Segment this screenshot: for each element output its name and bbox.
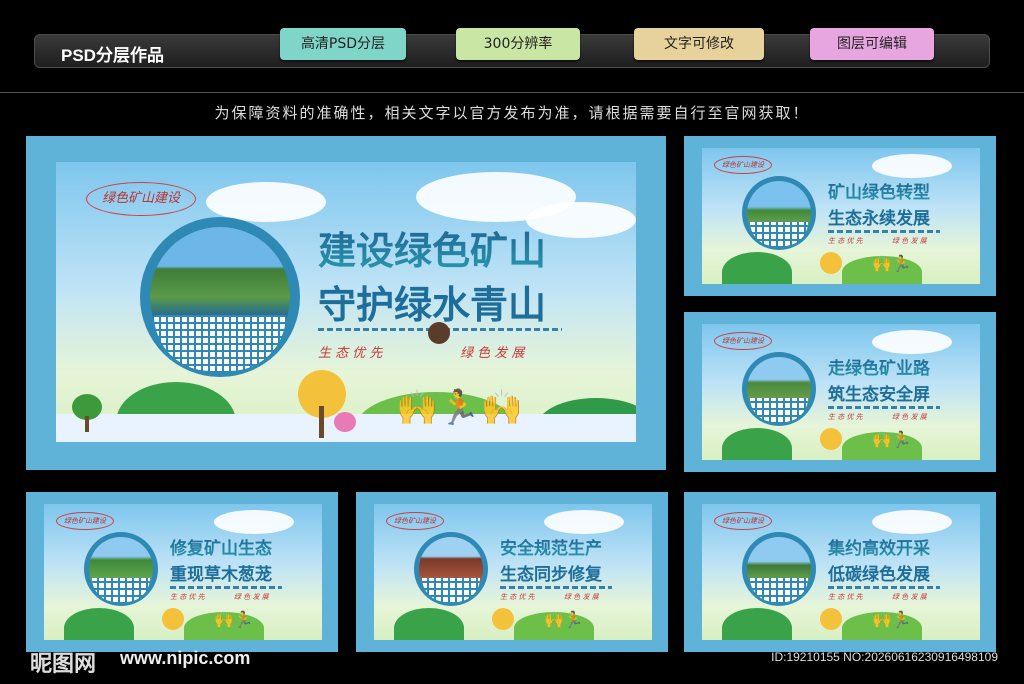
tree-icon xyxy=(162,608,184,630)
decorative-border xyxy=(828,586,940,589)
people-silhouette: 🙌🏃 xyxy=(872,430,912,449)
people-silhouette: 🙌🏃 xyxy=(872,254,912,273)
headline-line1: 走绿色矿业路 xyxy=(828,354,930,379)
photo-frame xyxy=(414,532,488,606)
slogan-left: 生 态 优 先 xyxy=(828,593,863,601)
headline-line2: 生态同步修复 xyxy=(500,565,602,585)
emblem-icon xyxy=(428,322,450,344)
seal-stamp: 绿色矿山建设 xyxy=(56,512,114,530)
slogan-right: 绿 色 发 展 xyxy=(234,593,269,601)
people-silhouette: 🙌🏃🙌 xyxy=(396,388,524,428)
tag-editable-text: 文字可修改 xyxy=(634,28,764,60)
headline-line2: 生态永续发展 xyxy=(828,209,930,229)
headline-line1: 矿山绿色转型 xyxy=(828,178,930,203)
tag-editable-layers: 图层可编辑 xyxy=(810,28,934,60)
decorative-border xyxy=(828,406,940,409)
photo-frame xyxy=(742,352,816,426)
board-4: 绿色矿山建设 安全规范生产 生态同步修复 生 态 优 先 绿 色 发 展 🙌🏃 xyxy=(356,492,668,652)
seal-stamp: 绿色矿山建设 xyxy=(714,156,772,174)
tag-resolution: 300分辨率 xyxy=(456,28,580,60)
tree-icon xyxy=(70,394,104,434)
slogan-left: 生 态 优 先 xyxy=(170,593,205,601)
people-silhouette: 🙌🏃 xyxy=(544,610,584,629)
slogan-right: 绿 色 发 展 xyxy=(892,413,927,421)
slogan-right: 绿 色 发 展 xyxy=(564,593,599,601)
people-silhouette: 🙌🏃 xyxy=(214,610,254,629)
tree-icon xyxy=(820,608,842,630)
headline-line2: 重现草木葱茏 xyxy=(170,565,272,585)
board-main: 绿色矿山建设 建设绿色矿山 守护绿水青山 生 态 优 先 绿 色 发 展 🙌🏃🙌 xyxy=(26,136,666,470)
photo-frame xyxy=(742,532,816,606)
slogan-left: 生 态 优 先 xyxy=(500,593,535,601)
slogan-right: 绿 色 发 展 xyxy=(892,237,927,245)
board-2: 绿色矿山建设 走绿色矿业路 筑生态安全屏 生 态 优 先 绿 色 发 展 🙌🏃 xyxy=(684,312,996,472)
decorative-border xyxy=(828,230,940,233)
watermark-id: ID:19210155 NO:20260616230916498109 xyxy=(771,650,998,664)
slogan-left: 生 态 优 先 xyxy=(828,237,863,245)
headline-line1: 集约高效开采 xyxy=(828,534,930,559)
photo-frame xyxy=(742,176,816,250)
seal-stamp: 绿色矿山建设 xyxy=(714,512,772,530)
tree-icon xyxy=(820,428,842,450)
board-5: 绿色矿山建设 集约高效开采 低碳绿色发展 生 态 优 先 绿 色 发 展 🙌🏃 xyxy=(684,492,996,652)
seal-stamp: 绿色矿山建设 xyxy=(386,512,444,530)
decorative-border xyxy=(500,586,612,589)
decorative-border xyxy=(170,586,282,589)
tag-hd-psd: 高清PSD分层 xyxy=(280,28,406,60)
tree-icon xyxy=(492,608,514,630)
slogan-right: 绿 色 发 展 xyxy=(892,593,927,601)
board-3: 绿色矿山建设 修复矿山生态 重现草木葱茏 生 态 优 先 绿 色 发 展 🙌🏃 xyxy=(26,492,338,652)
notice-text: 为保障资料的准确性，相关文字以官方发布为准，请根据需要自行至官网获取！ xyxy=(214,104,810,122)
photo-frame xyxy=(140,217,300,377)
slogan-left: 生 态 优 先 xyxy=(318,346,383,361)
tree-icon xyxy=(820,252,842,274)
headline-line1: 建设绿色矿山 xyxy=(318,220,546,275)
watermark-url: www.nipic.com xyxy=(120,648,251,668)
slogan-right: 绿 色 发 展 xyxy=(460,346,525,361)
header-title: PSD分层作品 xyxy=(61,46,164,65)
tree-icon xyxy=(334,412,358,440)
watermark-logo: 昵图网 xyxy=(30,651,97,677)
slogan-left: 生 态 优 先 xyxy=(828,413,863,421)
headline-line1: 安全规范生产 xyxy=(500,534,602,559)
headline-line2: 筑生态安全屏 xyxy=(828,385,930,405)
photo-frame xyxy=(84,532,158,606)
board-1: 绿色矿山建设 矿山绿色转型 生态永续发展 生 态 优 先 绿 色 发 展 🙌🏃 xyxy=(684,136,996,296)
headline-line1: 修复矿山生态 xyxy=(170,534,272,559)
divider xyxy=(0,92,1024,93)
headline-line2: 守护绿水青山 xyxy=(318,283,547,327)
seal-stamp: 绿色矿山建设 xyxy=(714,332,772,350)
seal-stamp: 绿色矿山建设 xyxy=(86,182,196,216)
people-silhouette: 🙌🏃 xyxy=(872,610,912,629)
headline-line2: 低碳绿色发展 xyxy=(828,565,930,585)
